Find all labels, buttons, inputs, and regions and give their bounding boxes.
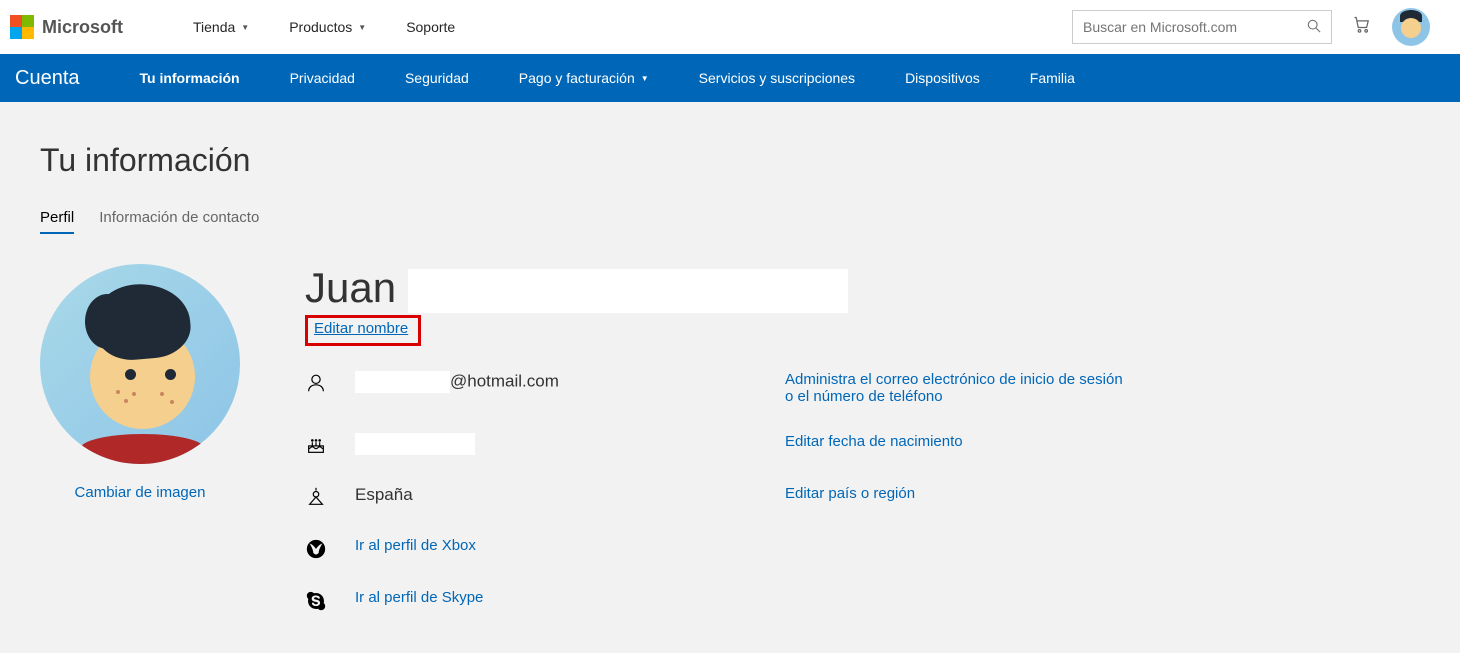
chevron-down-icon: ▼ — [358, 23, 366, 32]
tab-informacion-contacto[interactable]: Información de contacto — [99, 209, 259, 234]
skype-profile-link[interactable]: Ir al perfil de Skype — [355, 589, 785, 606]
profile-tabs: Perfil Información de contacto — [40, 209, 1420, 234]
account-label: Cuenta — [15, 67, 80, 90]
edit-birthdate-link[interactable]: Editar fecha de nacimiento — [785, 433, 1420, 450]
location-icon — [305, 485, 355, 509]
nav-privacidad[interactable]: Privacidad — [290, 70, 355, 86]
top-nav-bar: Microsoft Tienda ▼ Productos ▼ Soporte — [0, 0, 1460, 54]
account-nav-links: Tu información Privacidad Seguridad Pago… — [140, 70, 1075, 86]
page-content: Tu información Perfil Información de con… — [0, 102, 1460, 653]
page-title: Tu información — [40, 142, 1420, 179]
search-icon[interactable] — [1307, 19, 1321, 36]
nav-familia[interactable]: Familia — [1030, 70, 1075, 86]
redacted-birthdate — [355, 433, 475, 455]
edit-name-link[interactable]: Editar nombre — [314, 320, 408, 337]
redacted-name — [408, 269, 848, 313]
nav-servicios[interactable]: Servicios y suscripciones — [699, 70, 855, 86]
nav-link-tienda[interactable]: Tienda ▼ — [193, 19, 249, 35]
avatar-large — [40, 264, 240, 464]
account-nav-bar: Cuenta Tu información Privacidad Segurid… — [0, 54, 1460, 102]
nav-dispositivos[interactable]: Dispositivos — [905, 70, 980, 86]
chevron-down-icon: ▼ — [641, 74, 649, 83]
profile-name: Juan — [305, 264, 1420, 313]
country-value: España — [355, 485, 785, 505]
skype-icon — [305, 589, 355, 613]
person-icon — [305, 371, 355, 395]
top-nav-links: Tienda ▼ Productos ▼ Soporte — [193, 19, 455, 35]
redacted-email-prefix — [355, 371, 450, 393]
microsoft-logo-text: Microsoft — [42, 17, 123, 38]
nav-link-productos[interactable]: Productos ▼ — [289, 19, 366, 35]
nav-link-soporte[interactable]: Soporte — [406, 19, 455, 35]
nav-seguridad[interactable]: Seguridad — [405, 70, 469, 86]
nav-pago-facturacion[interactable]: Pago y facturación ▼ — [519, 70, 649, 86]
cart-icon[interactable] — [1352, 15, 1372, 40]
top-nav-right — [1072, 8, 1450, 46]
profile-name-visible: Juan — [305, 264, 396, 311]
microsoft-logo[interactable]: Microsoft — [10, 15, 123, 39]
cake-icon — [305, 433, 355, 457]
birthdate-value — [355, 433, 785, 455]
chevron-down-icon: ▼ — [241, 23, 249, 32]
profile-area: Cambiar de imagen Juan Editar nombre @ho… — [40, 264, 1420, 613]
email-value: @hotmail.com — [355, 371, 785, 393]
edit-name-highlight: Editar nombre — [305, 315, 421, 346]
manage-email-link[interactable]: Administra el correo electrónico de inic… — [785, 371, 1125, 405]
microsoft-logo-icon — [10, 15, 34, 39]
profile-info-grid: @hotmail.com Administra el correo electr… — [305, 371, 1420, 613]
avatar-section: Cambiar de imagen — [40, 264, 240, 613]
xbox-profile-link[interactable]: Ir al perfil de Xbox — [355, 537, 785, 554]
avatar[interactable] — [1392, 8, 1430, 46]
search-input[interactable] — [1083, 19, 1307, 35]
profile-details: Juan Editar nombre @hotmail.com Administ… — [305, 264, 1420, 613]
nav-tu-informacion[interactable]: Tu información — [140, 70, 240, 86]
edit-country-link[interactable]: Editar país o región — [785, 485, 1420, 502]
tab-perfil[interactable]: Perfil — [40, 209, 74, 234]
change-image-link[interactable]: Cambiar de imagen — [75, 484, 206, 501]
xbox-icon — [305, 537, 355, 561]
search-box[interactable] — [1072, 10, 1332, 44]
